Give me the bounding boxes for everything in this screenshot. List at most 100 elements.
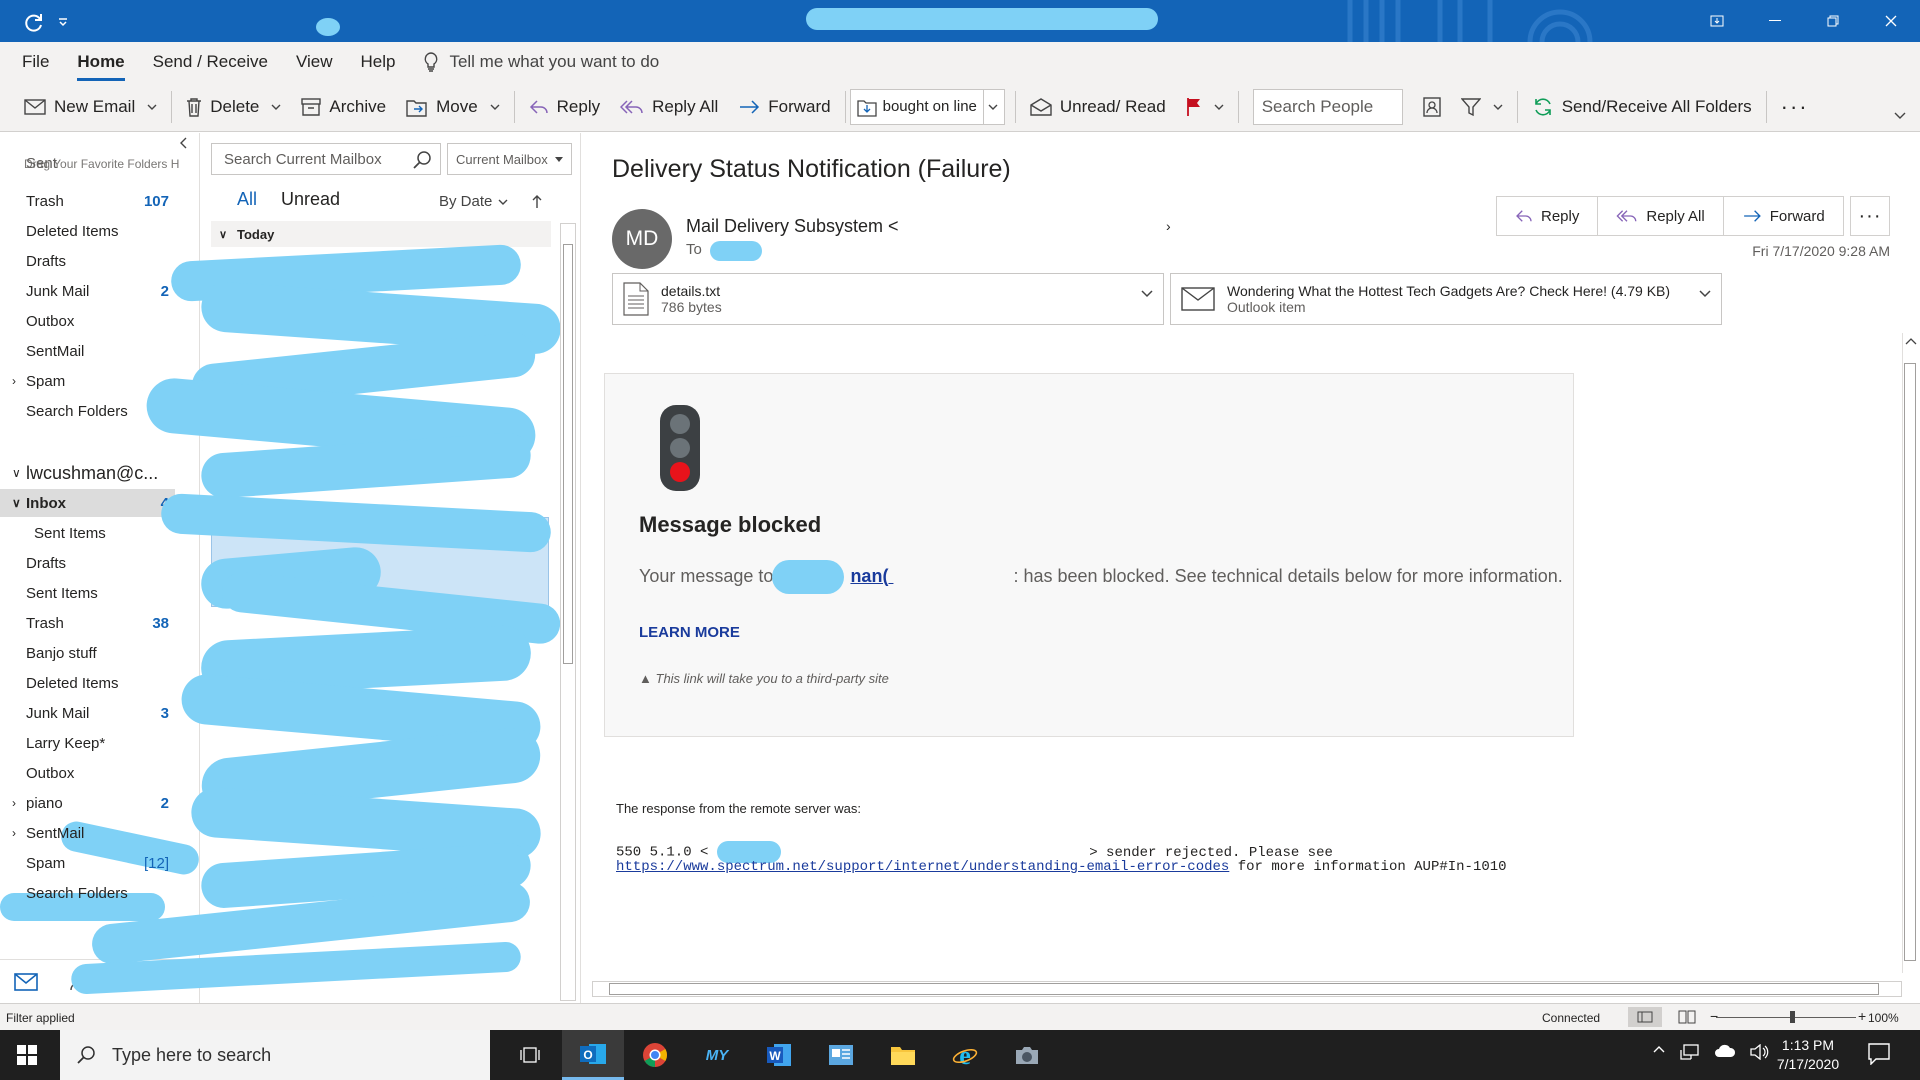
- tell-me-box[interactable]: Tell me what you want to do: [423, 52, 659, 72]
- folder-acct-12[interactable]: Spam [12]: [0, 849, 175, 877]
- folder-acct-2[interactable]: Drafts: [0, 549, 175, 577]
- folder-acct-10[interactable]: › piano 2: [0, 789, 175, 817]
- menu-file[interactable]: File: [22, 52, 49, 72]
- folder-acct-9[interactable]: Outbox: [0, 759, 175, 787]
- folder-acct-5[interactable]: Banjo stuff: [0, 639, 175, 667]
- chevron-right-icon[interactable]: ›: [12, 374, 16, 388]
- account-header[interactable]: ∨ lwcushman@c...: [0, 459, 175, 487]
- folder-fav-2[interactable]: Deleted Items: [0, 217, 175, 245]
- attachment-outlook-item[interactable]: Wondering What the Hottest Tech Gadgets …: [1170, 273, 1722, 325]
- folder-acct-13[interactable]: Search Folders: [0, 879, 175, 907]
- search-icon[interactable]: [412, 150, 432, 170]
- group-header-today[interactable]: ∨ Today: [211, 221, 551, 247]
- zoom-slider[interactable]: − +: [1710, 1008, 1866, 1024]
- chevron-down-icon[interactable]: [1493, 104, 1503, 110]
- chevron-up-icon[interactable]: [1652, 1044, 1666, 1054]
- minimize-icon[interactable]: [1746, 0, 1804, 42]
- tab-all[interactable]: All: [237, 189, 257, 210]
- folder-fav-0[interactable]: Sent: [0, 151, 175, 175]
- avatar[interactable]: MD: [612, 209, 672, 269]
- folder-fav-5[interactable]: Outbox: [0, 307, 175, 335]
- archive-button[interactable]: Archive: [291, 87, 396, 127]
- windows-start-icon[interactable]: [16, 1044, 38, 1066]
- folder-acct-0[interactable]: ∨Inbox4: [0, 489, 175, 517]
- error-codes-link[interactable]: https://www.spectrum.net/support/interne…: [616, 859, 1229, 875]
- menu-help[interactable]: Help: [360, 52, 395, 72]
- mail-icon[interactable]: [14, 972, 38, 991]
- chevron-down-icon[interactable]: [147, 104, 157, 110]
- chevron-down-icon[interactable]: ∨: [12, 496, 21, 510]
- unread-read-button[interactable]: Unread/ Read: [1020, 87, 1176, 127]
- network-icon[interactable]: [1680, 1044, 1700, 1062]
- reply-all-button[interactable]: Reply All: [610, 87, 728, 127]
- search-mailbox-input[interactable]: Search Current Mailbox: [211, 143, 441, 175]
- chevron-up-icon[interactable]: [1904, 336, 1918, 346]
- menu-home[interactable]: Home: [77, 52, 125, 81]
- folder-fav-1[interactable]: Trash 107: [0, 187, 175, 215]
- customize-qat-icon[interactable]: [58, 17, 68, 27]
- chevron-down-icon[interactable]: [1141, 290, 1153, 298]
- delete-button[interactable]: Delete: [176, 87, 291, 127]
- follow-up-button[interactable]: [1176, 87, 1234, 127]
- chevron-down-icon[interactable]: [271, 104, 281, 110]
- file-explorer-icon[interactable]: [872, 1030, 934, 1080]
- folder-acct-6[interactable]: Deleted Items: [0, 669, 175, 697]
- folder-acct-11[interactable]: › SentMail: [0, 819, 175, 847]
- chevron-right-icon[interactable]: ›: [12, 796, 16, 810]
- system-clock[interactable]: 1:13 PM 7/17/2020: [1760, 1036, 1856, 1074]
- close-icon[interactable]: [1862, 0, 1920, 42]
- zoom-in-icon[interactable]: +: [1858, 1008, 1866, 1024]
- reading-scrollbar-thumb[interactable]: [1904, 363, 1916, 961]
- menu-view[interactable]: View: [296, 52, 333, 72]
- recipient-link[interactable]: nan(: [772, 560, 893, 594]
- list-scrollbar[interactable]: [560, 223, 576, 1001]
- chevron-right-icon[interactable]: ›: [12, 826, 16, 840]
- quick-steps-more[interactable]: [982, 89, 998, 124]
- camera-app-icon[interactable]: [996, 1030, 1058, 1080]
- sender-name[interactable]: Mail Delivery Subsystem <: [686, 216, 899, 237]
- contacts-app-icon[interactable]: [810, 1030, 872, 1080]
- tab-unread[interactable]: Unread: [281, 189, 340, 210]
- new-email-button[interactable]: New Email: [14, 87, 167, 127]
- folder-fav-3[interactable]: Drafts: [0, 247, 175, 275]
- zoom-out-icon[interactable]: −: [1710, 1008, 1718, 1024]
- learn-more-link[interactable]: LEARN MORE: [639, 624, 740, 641]
- restore-icon[interactable]: [1804, 0, 1862, 42]
- task-view-icon[interactable]: [500, 1030, 562, 1080]
- address-book-button[interactable]: [1413, 87, 1451, 127]
- folder-acct-1[interactable]: Sent Items: [0, 519, 175, 547]
- move-button[interactable]: Move: [396, 87, 510, 127]
- more-commands-button[interactable]: ···: [1771, 87, 1819, 127]
- forward-button[interactable]: Forward: [728, 87, 840, 127]
- filter-email-button[interactable]: [1451, 87, 1513, 127]
- sort-direction-icon[interactable]: [532, 194, 542, 209]
- search-scope-dropdown[interactable]: Current Mailbox: [447, 143, 572, 175]
- folder-acct-8[interactable]: Larry Keep*: [0, 729, 175, 757]
- word-app-icon[interactable]: W: [748, 1030, 810, 1080]
- reading-scrollbar[interactable]: [1902, 333, 1918, 973]
- reply-button[interactable]: Reply: [519, 87, 610, 127]
- horizontal-scrollbar-thumb[interactable]: [609, 983, 1879, 995]
- action-center-icon[interactable]: [1868, 1043, 1890, 1065]
- sort-dropdown[interactable]: By Date: [439, 193, 542, 210]
- folder-fav-4[interactable]: Junk Mail 2: [0, 277, 175, 305]
- normal-view-icon[interactable]: [1628, 1007, 1662, 1027]
- folder-acct-4[interactable]: Trash 38: [0, 609, 175, 637]
- reading-horizontal-scrollbar[interactable]: [592, 981, 1902, 997]
- chrome-app-icon[interactable]: [624, 1030, 686, 1080]
- taskbar-search-box[interactable]: Type here to search: [60, 1030, 490, 1080]
- internet-explorer-icon[interactable]: e: [934, 1030, 996, 1080]
- zoom-thumb[interactable]: [1790, 1011, 1795, 1023]
- folder-acct-3[interactable]: Sent Items: [0, 579, 175, 607]
- folder-fav-7[interactable]: › Spam: [0, 367, 175, 395]
- chevron-down-icon[interactable]: [1699, 290, 1711, 298]
- refresh-icon[interactable]: [22, 11, 44, 33]
- search-people-input[interactable]: Search People: [1252, 88, 1403, 125]
- reply-button[interactable]: Reply: [1497, 197, 1599, 235]
- send-receive-all-button[interactable]: Send/Receive All Folders: [1522, 87, 1762, 127]
- quick-steps-gallery[interactable]: bought on line: [849, 88, 1005, 125]
- outlook-app-icon[interactable]: O: [562, 1030, 624, 1080]
- more-actions-button[interactable]: ···: [1850, 196, 1890, 236]
- forward-button[interactable]: Forward: [1724, 197, 1843, 235]
- folder-acct-7[interactable]: Junk Mail 3: [0, 699, 175, 727]
